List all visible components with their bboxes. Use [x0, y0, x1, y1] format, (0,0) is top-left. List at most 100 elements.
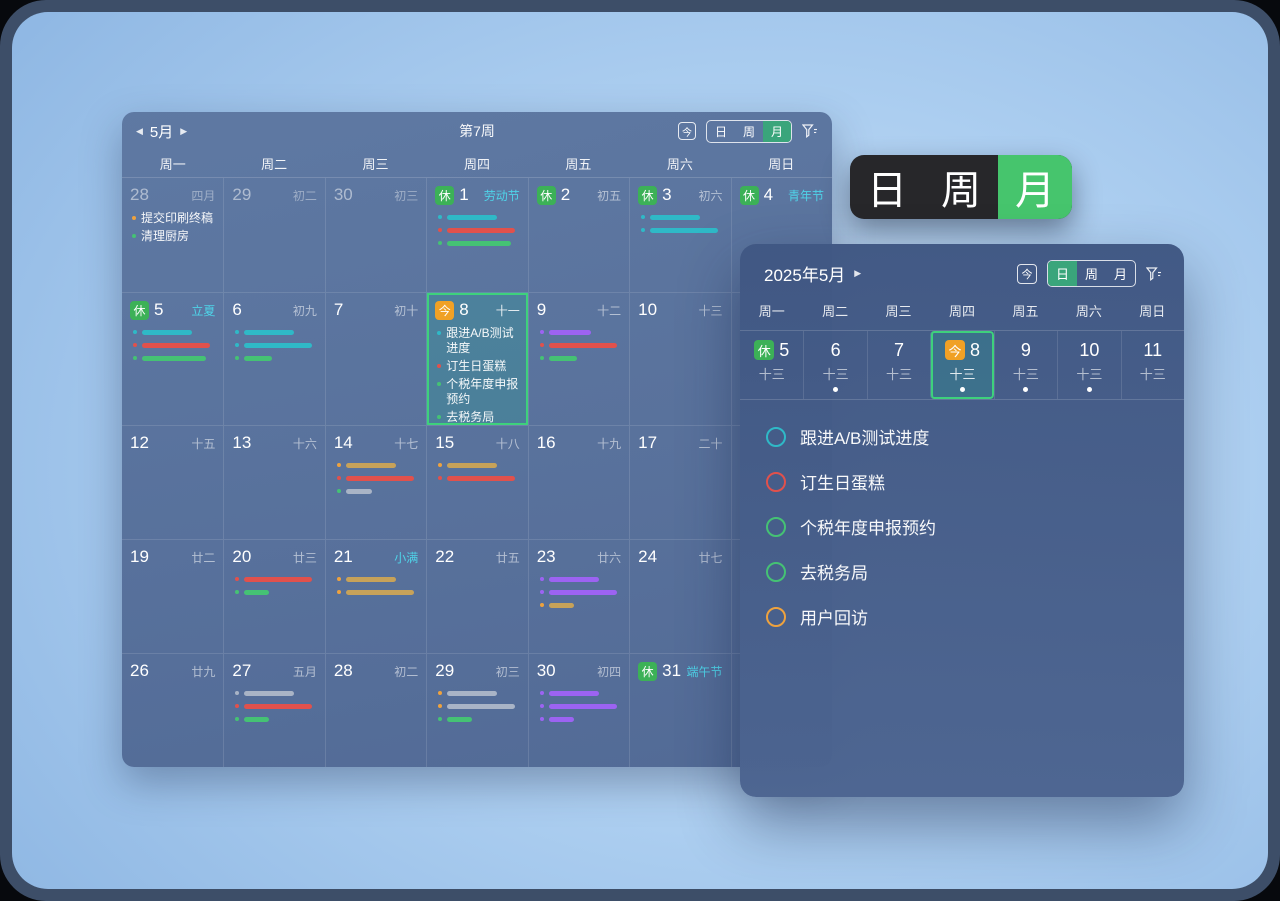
cell-task[interactable]: 去税务局: [437, 410, 519, 425]
event-bar[interactable]: [235, 355, 316, 361]
calendar-day-cell[interactable]: 28初二: [325, 653, 426, 767]
calendar-day-cell[interactable]: 今8十一跟进A/B测试进度订生日蛋糕个税年度申报预约去税务局: [426, 292, 527, 425]
event-bar[interactable]: [438, 462, 519, 468]
event-bar[interactable]: [641, 214, 722, 220]
panel-next-icon[interactable]: ▶: [854, 268, 861, 279]
event-bar[interactable]: [438, 227, 519, 233]
event-bar[interactable]: [540, 602, 621, 608]
task-item[interactable]: 用户回访: [766, 604, 1158, 629]
event-bar[interactable]: [438, 214, 519, 220]
calendar-day-cell[interactable]: 16十九: [528, 425, 629, 539]
calendar-day-cell[interactable]: 休5立夏: [122, 292, 223, 425]
panel-day-cell[interactable]: 休5十三: [740, 331, 803, 399]
event-bar[interactable]: [133, 329, 215, 335]
calendar-day-cell[interactable]: 20廿三: [223, 539, 324, 653]
calendar-day-cell[interactable]: 30初四: [528, 653, 629, 767]
event-bar[interactable]: [337, 589, 418, 595]
task-item[interactable]: 跟进A/B测试进度: [766, 424, 1158, 449]
event-bar[interactable]: [235, 342, 316, 348]
calendar-day-cell[interactable]: 15十八: [426, 425, 527, 539]
event-bar[interactable]: [337, 475, 418, 481]
event-bar[interactable]: [133, 342, 215, 348]
event-bar[interactable]: [133, 355, 215, 361]
event-bar[interactable]: [438, 690, 519, 696]
cell-task[interactable]: 提交印刷终稿: [132, 211, 215, 226]
event-bar[interactable]: [337, 462, 418, 468]
cell-task[interactable]: 清理厨房: [132, 229, 215, 244]
event-bar[interactable]: [337, 576, 418, 582]
calendar-day-cell[interactable]: 10十三: [629, 292, 730, 425]
panel-day-cell[interactable]: 今8十三: [930, 331, 993, 399]
event-bar[interactable]: [540, 576, 621, 582]
calendar-day-cell[interactable]: 29初二: [223, 178, 324, 292]
panel-view-option[interactable]: 周: [1077, 261, 1106, 286]
event-bar[interactable]: [540, 690, 621, 696]
callout-option[interactable]: 周: [924, 155, 998, 219]
event-bar[interactable]: [438, 240, 519, 246]
panel-day-cell[interactable]: 10十三: [1057, 331, 1120, 399]
calendar-day-cell[interactable]: 22廿五: [426, 539, 527, 653]
filter-icon[interactable]: [802, 124, 818, 138]
event-bar[interactable]: [235, 690, 316, 696]
panel-day-cell[interactable]: 9十三: [994, 331, 1057, 399]
calendar-day-cell[interactable]: 30初三: [325, 178, 426, 292]
calendar-day-cell[interactable]: 休31端午节: [629, 653, 730, 767]
event-bar[interactable]: [540, 342, 621, 348]
calendar-day-cell[interactable]: 21小满: [325, 539, 426, 653]
panel-day-cell[interactable]: 11十三: [1121, 331, 1184, 399]
event-bar[interactable]: [235, 589, 316, 595]
calendar-day-cell[interactable]: 24廿七: [629, 539, 730, 653]
event-bar[interactable]: [540, 703, 621, 709]
calendar-day-cell[interactable]: 14十七: [325, 425, 426, 539]
prev-month-icon[interactable]: ◀: [136, 126, 143, 137]
panel-today-button[interactable]: 今: [1017, 264, 1037, 284]
task-item[interactable]: 个税年度申报预约: [766, 514, 1158, 539]
task-checkbox[interactable]: [766, 517, 786, 537]
calendar-day-cell[interactable]: 17二十: [629, 425, 730, 539]
event-bar[interactable]: [235, 716, 316, 722]
event-bar[interactable]: [438, 475, 519, 481]
event-bar[interactable]: [438, 716, 519, 722]
cell-task[interactable]: 订生日蛋糕: [437, 359, 519, 374]
task-checkbox[interactable]: [766, 472, 786, 492]
calendar-day-cell[interactable]: 休1劳动节: [426, 178, 527, 292]
task-checkbox[interactable]: [766, 607, 786, 627]
today-button[interactable]: 今: [678, 122, 696, 140]
event-bar[interactable]: [235, 576, 316, 582]
event-bar[interactable]: [540, 329, 621, 335]
panel-day-cell[interactable]: 6十三: [803, 331, 866, 399]
event-bar[interactable]: [438, 703, 519, 709]
task-item[interactable]: 订生日蛋糕: [766, 469, 1158, 494]
calendar-day-cell[interactable]: 27五月: [223, 653, 324, 767]
calendar-day-cell[interactable]: 19廿二: [122, 539, 223, 653]
cell-task[interactable]: 个税年度申报预约: [437, 377, 519, 407]
task-item[interactable]: 去税务局: [766, 559, 1158, 584]
panel-filter-icon[interactable]: [1146, 267, 1162, 281]
view-option[interactable]: 日: [707, 121, 735, 142]
calendar-day-cell[interactable]: 12十五: [122, 425, 223, 539]
calendar-day-cell[interactable]: 休2初五: [528, 178, 629, 292]
calendar-day-cell[interactable]: 29初三: [426, 653, 527, 767]
event-bar[interactable]: [235, 703, 316, 709]
calendar-day-cell[interactable]: 26廿九: [122, 653, 223, 767]
calendar-day-cell[interactable]: 6初九: [223, 292, 324, 425]
next-month-icon[interactable]: ▶: [180, 126, 187, 137]
calendar-day-cell[interactable]: 13十六: [223, 425, 324, 539]
panel-day-cell[interactable]: 7十三: [867, 331, 930, 399]
calendar-day-cell[interactable]: 9十二: [528, 292, 629, 425]
event-bar[interactable]: [540, 355, 621, 361]
event-bar[interactable]: [337, 488, 418, 494]
event-bar[interactable]: [540, 589, 621, 595]
callout-option[interactable]: 月: [998, 155, 1072, 219]
task-checkbox[interactable]: [766, 427, 786, 447]
calendar-day-cell[interactable]: 28四月提交印刷终稿清理厨房: [122, 178, 223, 292]
task-checkbox[interactable]: [766, 562, 786, 582]
view-option[interactable]: 月: [763, 121, 791, 142]
panel-view-option[interactable]: 月: [1106, 261, 1135, 286]
view-option[interactable]: 周: [735, 121, 763, 142]
event-bar[interactable]: [540, 716, 621, 722]
event-bar[interactable]: [641, 227, 722, 233]
event-bar[interactable]: [235, 329, 316, 335]
calendar-day-cell[interactable]: 23廿六: [528, 539, 629, 653]
panel-view-option[interactable]: 日: [1048, 261, 1077, 286]
